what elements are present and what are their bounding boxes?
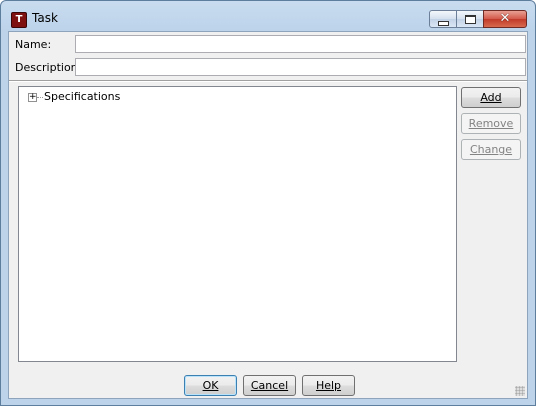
name-input[interactable] xyxy=(75,35,526,53)
expand-plus-icon[interactable]: + xyxy=(28,93,37,102)
tree-connector xyxy=(37,97,43,98)
specifications-tree[interactable]: + Specifications xyxy=(18,86,457,362)
tree-item-label: Specifications xyxy=(44,90,121,103)
maximize-button[interactable] xyxy=(456,10,484,28)
app-icon: T xyxy=(11,12,27,28)
remove-button[interactable]: Remove xyxy=(461,113,521,134)
close-button[interactable]: ✕ xyxy=(483,10,527,28)
caption-buttons: ✕ xyxy=(429,10,527,28)
help-button[interactable]: Help xyxy=(302,375,355,396)
title-bar[interactable]: T Task ✕ xyxy=(1,1,535,31)
add-button[interactable]: Add xyxy=(461,87,521,108)
maximize-icon xyxy=(464,14,476,24)
task-dialog-window: T Task ✕ Name: Description: + Specificat… xyxy=(0,0,536,406)
change-button[interactable]: Change xyxy=(461,139,521,160)
window-title: Task xyxy=(32,11,58,25)
resize-grip-icon[interactable] xyxy=(515,386,525,396)
description-input[interactable] xyxy=(75,58,526,76)
description-label: Description: xyxy=(15,61,82,74)
close-icon: ✕ xyxy=(499,11,511,26)
name-label: Name: xyxy=(15,38,52,51)
minimize-icon xyxy=(437,20,449,26)
ok-button[interactable]: OK xyxy=(184,375,237,396)
header-separator xyxy=(9,80,527,82)
cancel-button[interactable]: Cancel xyxy=(243,375,296,396)
dialog-client-area: Name: Description: + Specifications Add … xyxy=(8,31,528,399)
minimize-button[interactable] xyxy=(429,10,457,28)
